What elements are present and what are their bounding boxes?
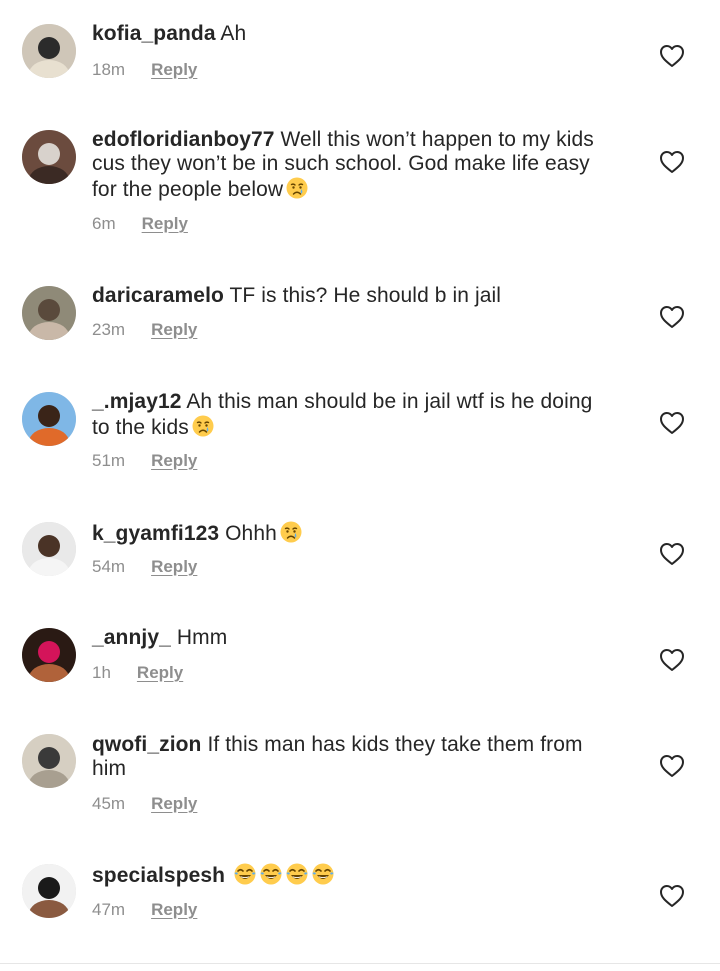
like-heart-icon[interactable] (659, 411, 685, 435)
comment-timestamp: 51m (92, 451, 126, 470)
comment-timestamp: 47m (92, 900, 126, 919)
comment-meta: 51m Reply (92, 451, 197, 471)
comment-body: Ohhh (225, 522, 277, 545)
comment-text: k_gyamfi123 Ohhh (92, 520, 612, 546)
comment-username[interactable]: k_gyamfi123 (92, 522, 219, 545)
user-avatar[interactable] (22, 392, 76, 446)
tears-of-joy-emoji-icon (311, 862, 335, 886)
comment-body: Ah (220, 22, 247, 45)
tears-of-joy-emoji-icon (259, 862, 283, 886)
user-avatar[interactable] (22, 522, 76, 576)
user-avatar[interactable] (22, 24, 76, 78)
comment-text: specialspesh (92, 862, 612, 888)
crying-face-emoji-icon (285, 176, 309, 200)
reply-button[interactable]: Reply (151, 60, 197, 80)
comment-meta: 23m Reply (92, 320, 197, 340)
comment-meta: 45m Reply (92, 794, 197, 814)
comment-meta: 18m Reply (92, 60, 197, 80)
reply-button[interactable]: Reply (151, 900, 197, 920)
comment-username[interactable]: daricaramelo (92, 284, 224, 307)
like-heart-icon[interactable] (659, 542, 685, 566)
user-avatar[interactable] (22, 734, 76, 788)
comment-meta: 47m Reply (92, 900, 197, 920)
comment-timestamp: 1h (92, 663, 111, 682)
comment-body: Hmm (176, 626, 228, 649)
like-heart-icon[interactable] (659, 884, 685, 908)
reply-button[interactable]: Reply (151, 557, 197, 577)
comment-username[interactable]: _.mjay12 (92, 390, 182, 413)
tears-of-joy-emoji-icon (233, 862, 257, 886)
divider (0, 963, 720, 964)
comment-text: _annjy_ Hmm (92, 626, 612, 650)
comment-username[interactable]: edofloridianboy77 (92, 128, 275, 151)
comment-username[interactable]: qwofi_zion (92, 733, 202, 756)
comment-timestamp: 45m (92, 794, 126, 813)
comment-timestamp: 54m (92, 557, 126, 576)
tears-of-joy-emoji-icon (285, 862, 309, 886)
reply-button[interactable]: Reply (151, 451, 197, 471)
comment-timestamp: 6m (92, 214, 116, 233)
comment-username[interactable]: _annjy_ (92, 626, 171, 649)
like-heart-icon[interactable] (659, 305, 685, 329)
comment-username[interactable]: specialspesh (92, 864, 225, 887)
comment-timestamp: 23m (92, 320, 126, 339)
comment-body: TF is this? He should b in jail (229, 284, 502, 307)
comment-text: kofia_panda Ah (92, 22, 612, 46)
comment-meta: 54m Reply (92, 557, 197, 577)
like-heart-icon[interactable] (659, 648, 685, 672)
user-avatar[interactable] (22, 286, 76, 340)
comment-text: edofloridianboy77 Well this won’t happen… (92, 128, 612, 202)
reply-button[interactable]: Reply (142, 214, 188, 234)
reply-button[interactable]: Reply (151, 320, 197, 340)
crying-face-emoji-icon (191, 414, 215, 438)
like-heart-icon[interactable] (659, 754, 685, 778)
comment-username[interactable]: kofia_panda (92, 22, 216, 45)
like-heart-icon[interactable] (659, 44, 685, 68)
comment-meta: 6m Reply (92, 214, 188, 234)
crying-face-emoji-icon (279, 520, 303, 544)
user-avatar[interactable] (22, 864, 76, 918)
comment-text: _.mjay12 Ah this man should be in jail w… (92, 390, 612, 440)
like-heart-icon[interactable] (659, 150, 685, 174)
user-avatar[interactable] (22, 130, 76, 184)
comment-meta: 1h Reply (92, 663, 183, 683)
reply-button[interactable]: Reply (137, 663, 183, 683)
comment-timestamp: 18m (92, 60, 126, 79)
user-avatar[interactable] (22, 628, 76, 682)
reply-button[interactable]: Reply (151, 794, 197, 814)
comment-text: qwofi_zion If this man has kids they tak… (92, 733, 612, 781)
comment-text: daricaramelo TF is this? He should b in … (92, 284, 612, 308)
